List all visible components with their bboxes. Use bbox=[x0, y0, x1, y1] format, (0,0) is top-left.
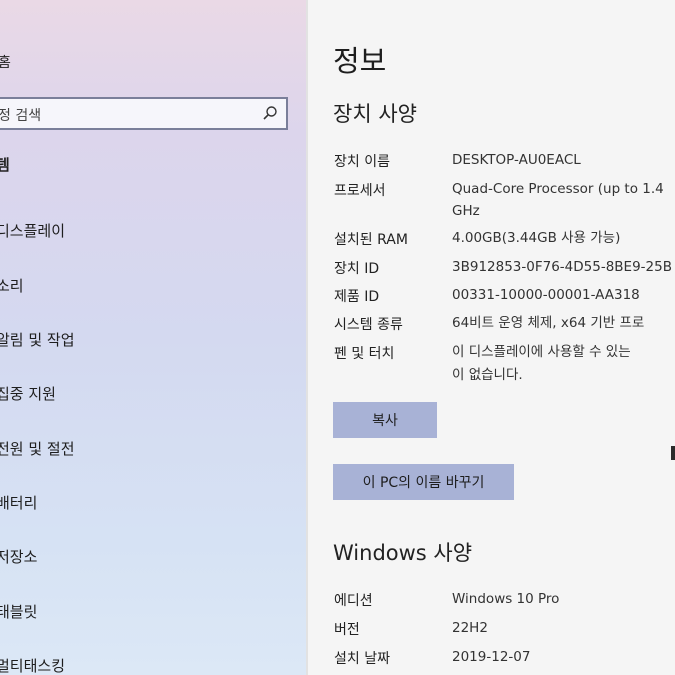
win-label-version: 버전 bbox=[334, 622, 360, 638]
win-value-edition: Windows 10 Pro bbox=[452, 591, 560, 607]
spec-value-system-type: 64비트 운영 체제, x64 기반 프로 bbox=[452, 315, 645, 331]
settings-search-box[interactable]: 정 검색 bbox=[0, 97, 288, 130]
home-link[interactable]: 홈 bbox=[0, 52, 11, 72]
rename-pc-button[interactable]: 이 PC의 이름 바꾸기 bbox=[333, 464, 514, 500]
spec-value-pen-touch: 이 디스플레이에 사용할 수 있는 bbox=[452, 344, 631, 360]
spec-label-device-name: 장치 이름 bbox=[334, 154, 390, 170]
copy-button[interactable]: 복사 bbox=[333, 402, 437, 438]
win-label-edition: 에디션 bbox=[334, 593, 373, 609]
spec-value-device-name: DESKTOP-AU0EACL bbox=[452, 152, 581, 168]
sidebar-item-display[interactable]: 디스플레이 bbox=[0, 220, 65, 241]
sidebar-item-storage[interactable]: 저장소 bbox=[0, 546, 37, 567]
sidebar-item-multitasking[interactable]: 멀티태스킹 bbox=[0, 655, 65, 675]
sidebar-item-battery[interactable]: 배터리 bbox=[0, 492, 37, 513]
spec-value-processor-line2: GHz bbox=[452, 203, 480, 219]
scrollbar-thumb[interactable] bbox=[671, 446, 675, 460]
win-label-install-date: 설치 날짜 bbox=[334, 651, 390, 667]
device-spec-heading: 장치 사양 bbox=[333, 102, 417, 126]
page-title: 정보 bbox=[333, 44, 387, 78]
spec-value-product-id: 00331-10000-00001-AA318 bbox=[452, 287, 640, 303]
spec-label-system-type: 시스템 종류 bbox=[334, 317, 403, 333]
windows-spec-heading: Windows 사양 bbox=[333, 541, 473, 565]
sidebar-item-power-sleep[interactable]: 전원 및 절전 bbox=[0, 438, 75, 459]
spec-label-device-id: 장치 ID bbox=[334, 261, 380, 277]
spec-value-processor: Quad-Core Processor (up to 1.4 bbox=[452, 181, 664, 197]
sidebar-item-notifications[interactable]: 알림 및 작업 bbox=[0, 329, 75, 350]
search-input[interactable]: 정 검색 bbox=[0, 105, 41, 125]
spec-value-ram: 4.00GB(3.44GB 사용 가능) bbox=[452, 230, 621, 246]
win-value-install-date: 2019-12-07 bbox=[452, 649, 531, 665]
spec-label-processor: 프로세서 bbox=[334, 183, 386, 199]
spec-label-pen-touch: 펜 및 터치 bbox=[334, 346, 395, 362]
spec-label-product-id: 제품 ID bbox=[334, 289, 380, 305]
settings-sidebar: 홈 정 검색 템 디스플레이 소리 알림 및 작업 집중 지원 전원 및 절전 … bbox=[0, 0, 306, 675]
spec-label-ram: 설치된 RAM bbox=[334, 232, 408, 248]
about-page: 정보 장치 사양 장치 이름 DESKTOP-AU0EACL 프로세서 Quad… bbox=[308, 0, 675, 675]
win-value-version: 22H2 bbox=[452, 620, 488, 636]
sidebar-item-focus-assist[interactable]: 집중 지원 bbox=[0, 383, 56, 404]
sidebar-item-tablet[interactable]: 태블릿 bbox=[0, 601, 37, 622]
spec-value-pen-touch-line2: 이 없습니다. bbox=[452, 367, 523, 383]
spec-value-device-id: 3B912853-0F76-4D55-8BE9-25B bbox=[452, 259, 672, 275]
search-icon bbox=[263, 106, 277, 120]
section-header-system: 템 bbox=[0, 156, 10, 174]
sidebar-item-sound[interactable]: 소리 bbox=[0, 275, 24, 296]
